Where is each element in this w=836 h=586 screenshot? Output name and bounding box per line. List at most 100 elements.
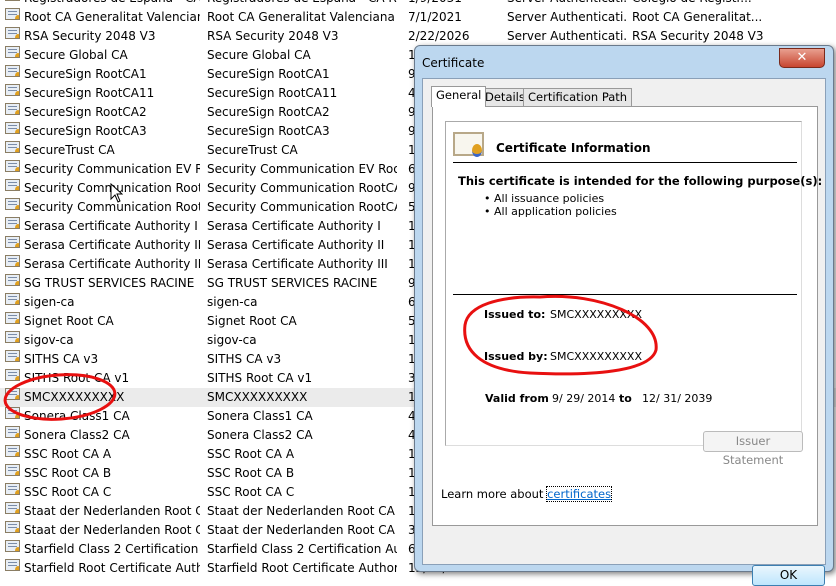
issued-by-cell: SITHS CA v3 xyxy=(207,352,282,366)
valid-from-label: Valid from xyxy=(485,392,549,405)
issued-to-cell: Starfield Class 2 Certification A... xyxy=(24,542,200,556)
close-button[interactable]: ✕ xyxy=(779,48,825,68)
expiration-date-cell: 1/9/2031 xyxy=(408,0,503,8)
issued-to-cell: Starfield Root Certificate Autho... xyxy=(24,561,200,575)
expiration-date-cell: 7/1/2021 xyxy=(408,10,462,24)
divider xyxy=(453,162,797,163)
issued-to-label: Issued to: xyxy=(484,308,546,321)
learn-more-text: Learn more about certificates xyxy=(441,486,613,502)
certificates-link[interactable]: certificates xyxy=(546,486,613,502)
intended-purposes-cell: Server Authenticati... xyxy=(507,29,627,43)
issued-by-cell: SecureSign RootCA1 xyxy=(207,67,330,81)
issued-by-cell: SITHS Root CA v1 xyxy=(207,371,313,385)
issued-by-cell: Staat der Nederlanden Root CA - ... xyxy=(207,523,397,537)
expiration-date-cell: 2/22/2026 xyxy=(408,29,470,43)
issued-by-cell: SG TRUST SERVICES RACINE xyxy=(207,276,378,290)
table-row[interactable]: RSA Security 2048 V3 RSA Security 2048 V3… xyxy=(0,27,836,46)
issued-by-cell: Starfield Root Certificate Authorit... xyxy=(207,561,397,575)
tab-general[interactable]: General xyxy=(431,86,487,107)
table-row[interactable]: Registradores de España - CA R... Registr… xyxy=(0,0,836,8)
certificate-icon xyxy=(5,388,20,400)
certificate-icon xyxy=(5,274,20,286)
divider xyxy=(453,294,797,295)
issued-to-cell: SecureSign RootCA2 xyxy=(24,105,147,119)
valid-to-label: to xyxy=(619,392,632,405)
issued-to-cell: SITHS CA v3 xyxy=(24,352,99,366)
certificate-icon xyxy=(5,521,20,533)
certificate-icon xyxy=(5,160,20,172)
issued-by-cell: Staat der Nederlanden Root CA xyxy=(207,504,395,518)
certificate-icon xyxy=(5,103,20,115)
issued-by-value: SMCXXXXXXXXX xyxy=(550,350,642,363)
certificate-icon xyxy=(5,255,20,267)
issued-to-cell: RSA Security 2048 V3 xyxy=(24,29,156,43)
certificate-icon xyxy=(5,236,20,248)
issued-to-cell: Staat der Nederlanden Root CA xyxy=(24,504,200,518)
certificate-icon xyxy=(5,198,20,210)
certificate-icon xyxy=(5,369,20,381)
issued-to-cell: SSC Root CA C xyxy=(24,485,112,499)
issued-by-cell: SecureSign RootCA3 xyxy=(207,124,330,138)
certificate-icon xyxy=(5,502,20,514)
issued-to-cell: sigov-ca xyxy=(24,333,74,347)
issued-to-cell: Serasa Certificate Authority I xyxy=(24,219,198,233)
certificate-icon xyxy=(5,179,20,191)
issued-by-cell: Secure Global CA xyxy=(207,48,311,62)
issued-to-cell: Serasa Certificate Authority III xyxy=(24,257,200,271)
dialog-frame: General Details Certification Path Certi… xyxy=(422,78,826,586)
certificate-icon xyxy=(5,65,20,77)
issued-by-cell: Signet Root CA xyxy=(207,314,297,328)
issued-by-cell: Serasa Certificate Authority III xyxy=(207,257,388,271)
learn-more-label: Learn more about xyxy=(441,487,548,501)
issued-to-cell: Root CA Generalitat Valenciana xyxy=(24,10,200,24)
issuer-statement-button[interactable]: Issuer Statement xyxy=(703,431,803,467)
issued-to-cell: SecureSign RootCA11 xyxy=(24,86,155,100)
tab-certification-path[interactable]: Certification Path xyxy=(523,88,633,106)
dialog-title: Certificate xyxy=(422,56,485,70)
purpose-text: All application policies xyxy=(494,205,617,218)
purpose-heading: This certificate is intended for the fol… xyxy=(458,174,823,188)
info-heading: Certificate Information xyxy=(496,141,651,155)
issued-to-cell: Signet Root CA xyxy=(24,314,114,328)
issued-by-cell: Security Communication EV Root... xyxy=(207,162,397,176)
issued-by-cell: sigov-ca xyxy=(207,333,257,347)
valid-from-value: 9/ 29/ 2014 xyxy=(552,392,616,405)
certificate-icon xyxy=(5,217,20,229)
issued-by-cell: Sonera Class2 CA xyxy=(207,428,313,442)
issued-by-cell: SecureSign RootCA11 xyxy=(207,86,338,100)
issued-to-cell: Secure Global CA xyxy=(24,48,128,62)
ok-button[interactable]: OK xyxy=(752,565,825,586)
certificate-icon xyxy=(5,464,20,476)
certificate-icon xyxy=(5,426,20,438)
certificate-icon xyxy=(453,132,484,157)
issued-by-cell: SSC Root CA A xyxy=(207,447,295,461)
certificate-icon xyxy=(5,312,20,324)
issued-to-value: SMCXXXXXXXXX xyxy=(550,308,642,321)
certificate-icon xyxy=(5,141,20,153)
mouse-cursor-icon xyxy=(110,183,123,203)
friendly-name-cell: Root CA Generalitat... xyxy=(632,10,763,24)
issued-by-label: Issued by: xyxy=(484,350,548,363)
issued-to-cell: Sonera Class2 CA xyxy=(24,428,130,442)
intended-purposes-cell: Server Authenticati... xyxy=(507,0,627,8)
certificate-icon xyxy=(5,0,20,1)
issued-by-cell: RSA Security 2048 V3 xyxy=(207,29,339,43)
issued-to-cell: Security Communication EV Ro... xyxy=(24,162,200,176)
issued-to-cell: Staat der Nederlanden Root CA ... xyxy=(24,523,200,537)
issued-to-cell: SMCXXXXXXXXX xyxy=(24,390,125,404)
issued-to-cell: SecureSign RootCA3 xyxy=(24,124,147,138)
issued-to-cell: SG TRUST SERVICES RACINE xyxy=(24,276,195,290)
issued-by-cell: SSC Root CA C xyxy=(207,485,295,499)
certificate-icon xyxy=(5,407,20,419)
certificate-icon xyxy=(5,331,20,343)
issued-to-cell: SITHS Root CA v1 xyxy=(24,371,130,385)
issued-by-cell: SMCXXXXXXXXX xyxy=(207,390,308,404)
issued-by-cell: Registradores de España - CA Raíz xyxy=(207,0,397,8)
purpose-text: All issuance policies xyxy=(494,192,605,205)
table-row[interactable]: Root CA Generalitat Valenciana Root CA Ge… xyxy=(0,8,836,27)
friendly-name-cell: Colegio de Registr... xyxy=(632,0,832,8)
issued-by-cell: Security Communication RootCA1 xyxy=(207,181,397,195)
issued-to-cell: SSC Root CA B xyxy=(24,466,112,480)
issued-to-cell: SSC Root CA A xyxy=(24,447,112,461)
issued-by-cell: SecureSign RootCA2 xyxy=(207,105,330,119)
